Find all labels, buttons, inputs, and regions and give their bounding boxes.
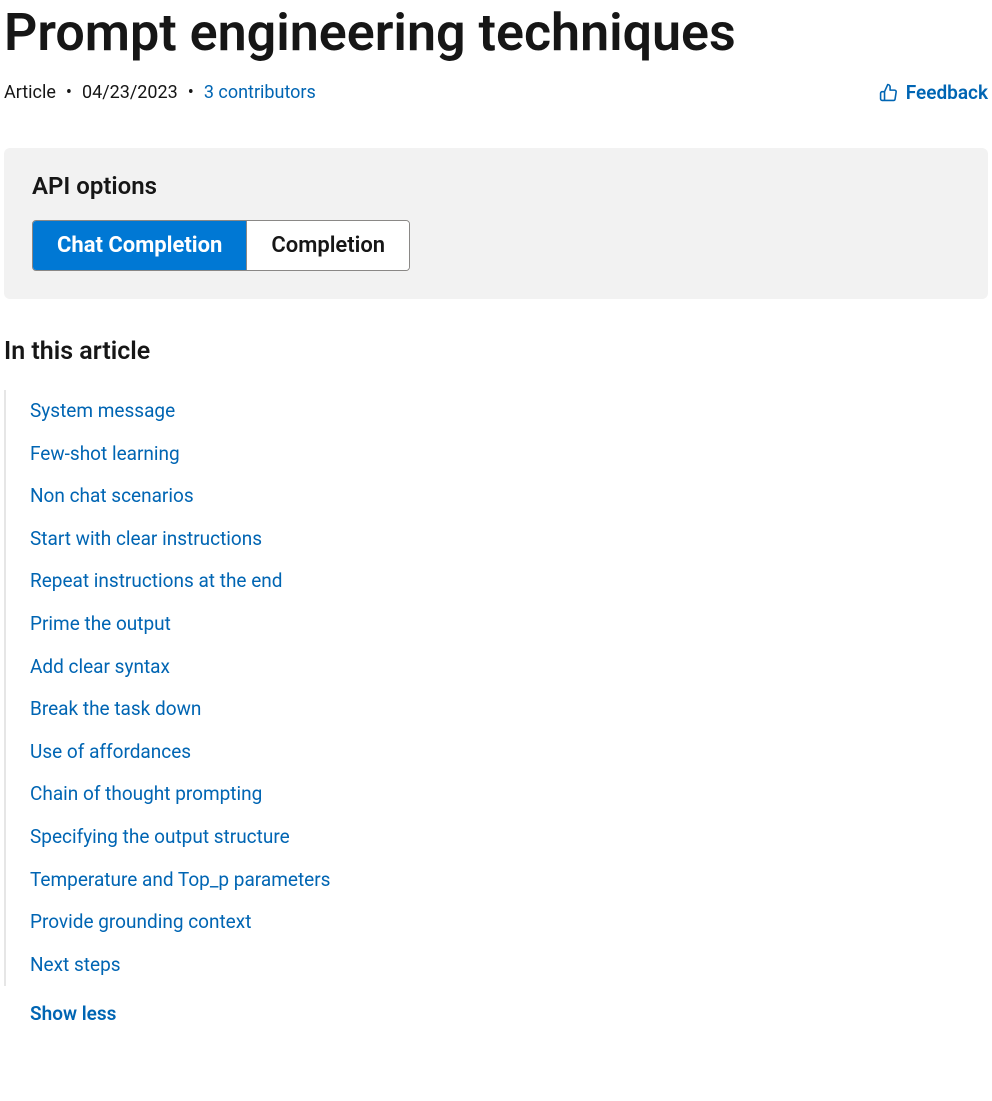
toc-link[interactable]: Start with clear instructions — [30, 518, 992, 561]
separator: • — [188, 82, 194, 103]
toc-link[interactable]: Add clear syntax — [30, 646, 992, 689]
contributors-link[interactable]: 3 contributors — [204, 82, 316, 103]
toc-link[interactable]: Next steps — [30, 944, 992, 987]
toc-link[interactable]: Chain of thought prompting — [30, 773, 992, 816]
toc-link[interactable]: Prime the output — [30, 603, 992, 646]
content-type: Article — [4, 82, 56, 103]
toc-heading: In this article — [4, 337, 992, 366]
toc-link[interactable]: Non chat scenarios — [30, 475, 992, 518]
page-title: Prompt engineering techniques — [0, 0, 992, 65]
meta-left: Article • 04/23/2023 • 3 contributors — [4, 82, 316, 103]
tab-group: Chat Completion Completion — [32, 220, 410, 271]
toc-link[interactable]: Use of affordances — [30, 731, 992, 774]
separator: • — [66, 82, 72, 103]
api-selector-panel: API options Chat Completion Completion — [4, 148, 988, 299]
tab-completion[interactable]: Completion — [246, 221, 409, 270]
selector-title: API options — [32, 172, 960, 200]
toc-link[interactable]: Break the task down — [30, 688, 992, 731]
meta-row: Article • 04/23/2023 • 3 contributors Fe… — [0, 65, 992, 104]
toc-link[interactable]: Repeat instructions at the end — [30, 560, 992, 603]
table-of-contents: System message Few-shot learning Non cha… — [4, 390, 992, 986]
toc-link[interactable]: Specifying the output structure — [30, 816, 992, 859]
toc-link[interactable]: Provide grounding context — [30, 901, 992, 944]
feedback-label: Feedback — [906, 81, 988, 104]
tab-chat-completion[interactable]: Chat Completion — [33, 221, 246, 270]
thumbs-up-icon — [879, 83, 898, 102]
toc-link[interactable]: Temperature and Top_p parameters — [30, 859, 992, 902]
publish-date: 04/23/2023 — [82, 82, 178, 103]
toc-link[interactable]: System message — [30, 390, 992, 433]
toc-toggle[interactable]: Show less — [30, 1002, 992, 1025]
feedback-button[interactable]: Feedback — [879, 81, 988, 104]
toc-link[interactable]: Few-shot learning — [30, 433, 992, 476]
